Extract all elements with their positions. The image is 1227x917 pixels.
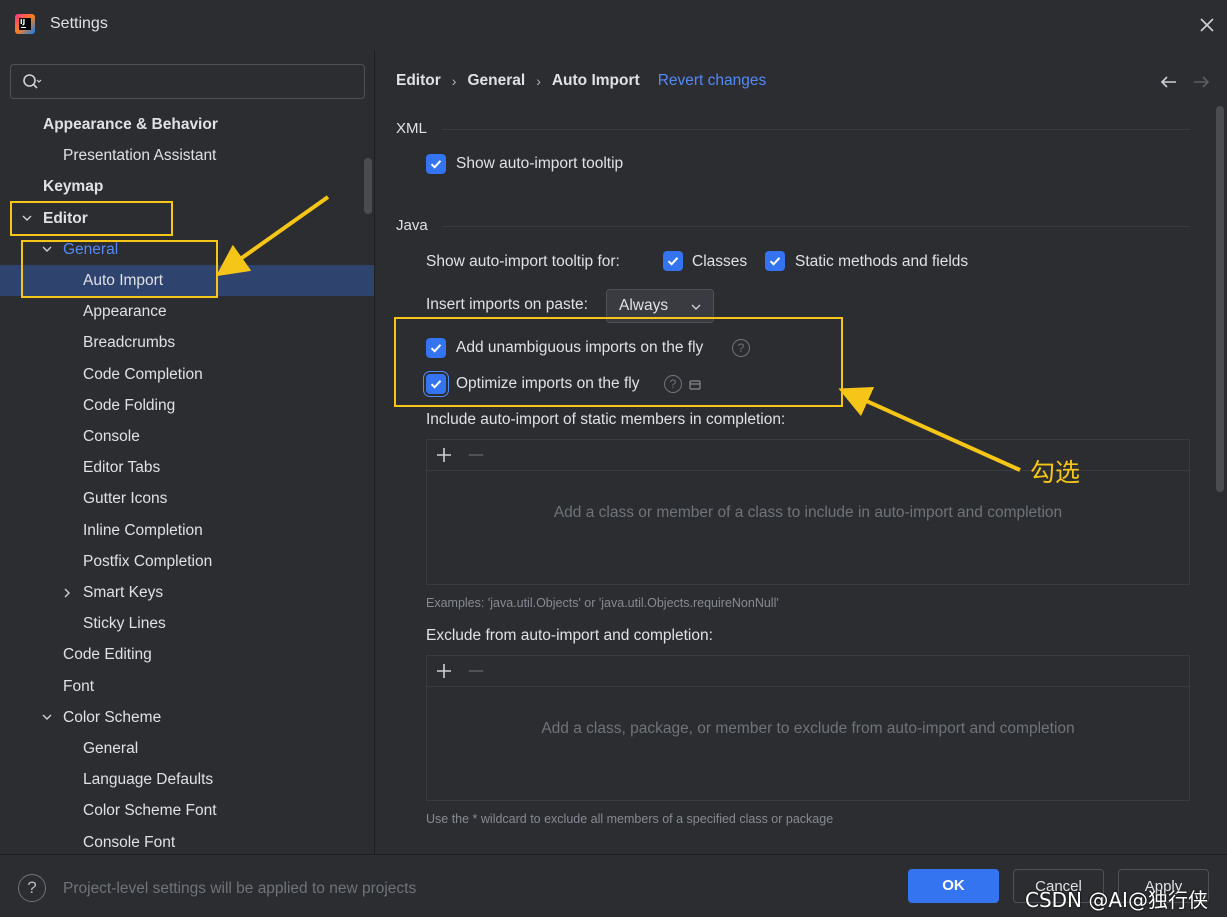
tree-item-console[interactable]: Console <box>0 421 374 452</box>
tree-item-label: Language Defaults <box>83 771 214 789</box>
tooltip-for-label: Show auto-import tooltip for: <box>426 253 620 270</box>
tree-item-label: Gutter Icons <box>83 490 168 508</box>
tree-item-code-folding[interactable]: Code Folding <box>0 390 374 421</box>
tree-item-presentation-assistant[interactable]: Presentation Assistant <box>0 140 374 171</box>
exclude-wildcard-hint: Use the * wildcard to exclude all member… <box>426 812 834 826</box>
xml-show-tooltip-checkbox[interactable] <box>426 154 446 174</box>
tree-item-label: Code Folding <box>83 396 176 414</box>
breadcrumb-item-general[interactable]: General <box>467 72 525 90</box>
include-table-empty-text: Add a class or member of a class to incl… <box>553 504 1063 521</box>
chevron-down-icon[interactable] <box>40 702 54 733</box>
tree-item-label: Code Editing <box>63 646 152 664</box>
breadcrumb: Editor › General › Auto Import Revert ch… <box>396 71 766 91</box>
checkmark-icon <box>769 257 781 266</box>
exclude-table-toolbar <box>427 656 1189 687</box>
tree-item-breadcrumbs[interactable]: Breadcrumbs <box>0 327 374 358</box>
remove-icon[interactable] <box>467 446 485 464</box>
include-static-label: Include auto-import of static members in… <box>426 411 786 428</box>
close-icon[interactable] <box>1195 13 1219 37</box>
breadcrumb-item-auto-import: Auto Import <box>551 72 640 89</box>
tree-item-label: Font <box>63 677 95 695</box>
include-examples-hint: Examples: 'java.util.Objects' or 'java.u… <box>426 596 779 610</box>
tree-item-sticky-lines[interactable]: Sticky Lines <box>0 608 374 639</box>
insert-imports-label: Insert imports on paste: <box>426 296 588 313</box>
tree-item-label: Keymap <box>43 178 104 196</box>
tree-item-label: Console <box>83 428 140 445</box>
tree-item-label: Color Scheme Font <box>83 802 217 820</box>
tree-item-label: Editor Tabs <box>83 459 161 477</box>
tree-item-language-defaults[interactable]: Language Defaults <box>0 764 374 795</box>
add-icon[interactable] <box>435 446 453 464</box>
search-input[interactable] <box>10 64 365 99</box>
add-icon[interactable] <box>435 662 453 680</box>
window-title: Settings <box>50 15 108 32</box>
help-button[interactable]: ? <box>18 874 46 902</box>
tree-item-label: Appearance <box>83 303 167 321</box>
breadcrumb-item-editor[interactable]: Editor <box>396 72 441 90</box>
checkmark-icon <box>667 257 679 266</box>
tree-item-label: Console Font <box>83 833 176 851</box>
insert-imports-value: Always <box>619 297 669 314</box>
tree-item-gutter-icons[interactable]: Gutter Icons <box>0 483 374 514</box>
highlight-box-editor <box>10 201 173 236</box>
tree-item-label: Smart Keys <box>83 584 164 601</box>
tree-item-appearance[interactable]: Appearance <box>0 296 374 327</box>
project-settings-note: Project-level settings will be applied t… <box>63 880 417 897</box>
settings-tree-panel: Appearance & Behavior Presentation Assist… <box>0 50 375 854</box>
tree-item-general[interactable]: General <box>0 733 374 764</box>
search-icon <box>22 73 42 91</box>
xml-show-tooltip-label[interactable]: Show auto-import tooltip <box>456 155 623 173</box>
exclude-label: Exclude from auto-import and completion: <box>426 627 713 644</box>
ok-button[interactable]: OK <box>908 869 999 903</box>
breadcrumb-separator: › <box>451 73 457 89</box>
tree-item-label: Presentation Assistant <box>63 147 217 165</box>
settings-content-panel: Editor › General › Auto Import Revert ch… <box>376 50 1227 854</box>
tree-item-smart-keys[interactable]: Smart Keys <box>0 577 374 608</box>
tree-item-code-editing[interactable]: Code Editing <box>0 639 374 670</box>
breadcrumb-separator: › <box>536 73 541 89</box>
section-title-java: Java <box>396 217 428 234</box>
tree-item-label: General <box>83 740 139 757</box>
checkmark-icon <box>430 160 442 169</box>
classes-label[interactable]: Classes <box>692 253 747 271</box>
tree-item-color-scheme-font[interactable]: Color Scheme Font <box>0 795 374 826</box>
tree-item-code-completion[interactable]: Code Completion <box>0 359 374 390</box>
tree-item-color-scheme[interactable]: Color Scheme <box>0 702 374 733</box>
tree-item-console-font[interactable]: Console Font <box>0 827 374 854</box>
chevron-down-icon <box>691 304 701 310</box>
watermark: CSDN @AI@独行侠 <box>1025 888 1208 912</box>
tree-item-editor-tabs[interactable]: Editor Tabs <box>0 452 374 483</box>
exclude-table[interactable]: Add a class, package, or member to exclu… <box>426 655 1190 801</box>
annotation-label: 勾选 <box>1030 458 1081 487</box>
static-methods-label[interactable]: Static methods and fields <box>795 253 968 271</box>
static-methods-checkbox[interactable] <box>765 251 785 271</box>
tree-item-label: Code Completion <box>83 365 203 383</box>
tree-item-label: Appearance & Behavior <box>43 116 218 133</box>
tree-item-label: Postfix Completion <box>83 552 213 570</box>
tree-item-inline-completion[interactable]: Inline Completion <box>0 515 374 546</box>
tree-item-label: Inline Completion <box>83 521 203 539</box>
tree-item-keymap[interactable]: Keymap <box>0 171 374 202</box>
content-scrollbar[interactable] <box>1216 106 1224 492</box>
arrow-left-icon[interactable] <box>1159 72 1179 92</box>
tree-item-font[interactable]: Font <box>0 671 374 702</box>
title-bar: IJ Settings <box>0 0 1227 50</box>
tree-item-label: Sticky Lines <box>83 615 166 633</box>
section-title-xml: XML <box>396 120 427 137</box>
tree-item-postfix-completion[interactable]: Postfix Completion <box>0 546 374 577</box>
chevron-right-icon[interactable] <box>60 577 74 608</box>
highlight-box-java-options <box>394 317 843 407</box>
arrow-right-icon[interactable] <box>1191 72 1211 92</box>
tree-item-appearance-behavior[interactable]: Appearance & Behavior <box>0 109 374 140</box>
exclude-table-empty-text: Add a class, package, or member to exclu… <box>541 720 1075 737</box>
classes-checkbox[interactable] <box>663 251 683 271</box>
tree-item-label: Color Scheme <box>63 708 162 726</box>
revert-changes-link[interactable]: Revert changes <box>658 72 767 90</box>
highlight-box-general-auto-import <box>21 240 218 298</box>
section-divider <box>442 129 1190 130</box>
intellij-app-icon: IJ <box>15 14 35 34</box>
remove-icon[interactable] <box>467 662 485 680</box>
tree-item-label: Breadcrumbs <box>83 334 176 352</box>
section-divider <box>442 226 1190 227</box>
